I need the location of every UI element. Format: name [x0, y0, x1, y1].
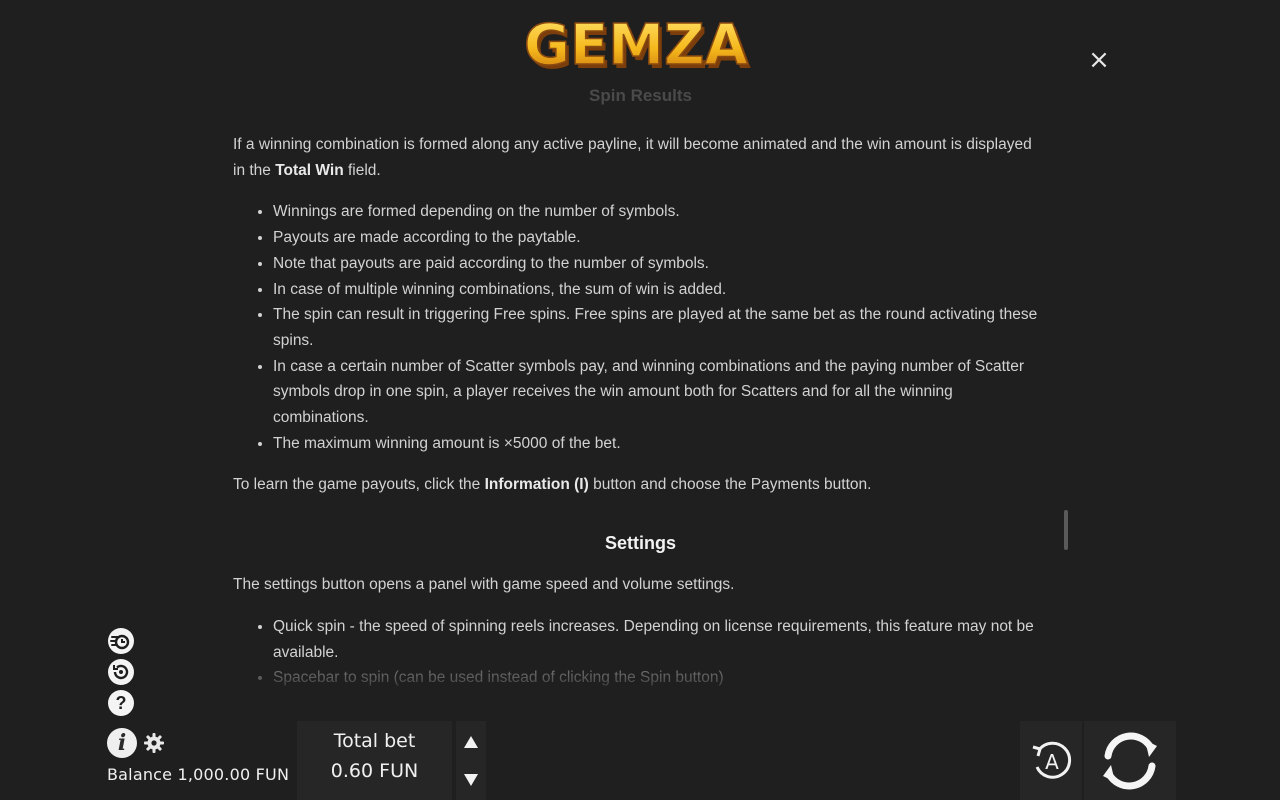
gemza-logo-graphic: GEMZA GEMZA [523, 12, 751, 82]
game-logo: GEMZA GEMZA [516, 8, 756, 82]
autoplay-button[interactable]: A [1020, 721, 1082, 800]
info-icon[interactable]: i [118, 730, 126, 756]
scrollbar-thumb[interactable] [1064, 510, 1068, 550]
history-icon[interactable] [108, 659, 134, 685]
autoplay-icon: A [1032, 741, 1072, 779]
list-item: Spacebar to spin (can be used instead of… [273, 665, 1048, 688]
rules-content[interactable]: Spin Results If a winning combination is… [233, 86, 1048, 688]
information-bold: Information (I) [484, 476, 589, 494]
settings-paragraph: The settings button opens a panel with g… [233, 576, 735, 594]
total-bet-value: 0.60 FUN [330, 760, 419, 782]
total-win-bold: Total Win [275, 161, 344, 179]
winning-combination-paragraph: If a winning combination is formed along… [233, 132, 1048, 183]
turbo-icon[interactable] [108, 628, 134, 654]
help-icon[interactable]: ? [108, 690, 134, 716]
para1-end: field. [343, 161, 381, 179]
close-icon[interactable]: × [1088, 45, 1110, 75]
list-item: Note that payouts are paid according to … [273, 251, 1048, 277]
total-bet-label: Total bet [333, 730, 416, 752]
section-heading-spin-results: Spin Results [589, 86, 692, 105]
winnings-list: Winnings are formed depending on the num… [233, 199, 1048, 456]
help-glyph[interactable]: ? [116, 693, 127, 714]
total-bet-panel: Total bet 0.60 FUN [297, 721, 452, 800]
payouts-paragraph: To learn the game payouts, click the Inf… [233, 472, 1048, 498]
info-button[interactable]: i [107, 728, 137, 758]
arrow-up-icon [464, 736, 478, 748]
para2-end: button and choose the Payments button. [588, 476, 872, 494]
para2-text: To learn the game payouts, click the [233, 476, 485, 494]
bet-decrease-button[interactable] [456, 761, 486, 799]
gear-icon[interactable] [143, 732, 165, 754]
list-item: Payouts are made according to the paytab… [273, 225, 1048, 251]
list-item: The spin can result in triggering Free s… [273, 302, 1048, 353]
autoplay-letter: A [1045, 750, 1059, 774]
spin-button[interactable] [1084, 721, 1176, 800]
list-item: In case a certain number of Scatter symb… [273, 354, 1048, 431]
list-item: The maximum winning amount is ×5000 of t… [273, 431, 1048, 457]
list-item: Quick spin - the speed of spinning reels… [273, 614, 1048, 665]
logo-text: GEMZA [524, 13, 749, 78]
settings-heading: Settings [604, 533, 676, 554]
balance-display: Balance 1,000.00 FUN [107, 765, 290, 784]
settings-list: Quick spin - the speed of spinning reels… [233, 614, 1048, 688]
bet-stepper [456, 721, 486, 800]
bet-increase-button[interactable] [456, 723, 486, 761]
close-button[interactable]: × [1086, 46, 1112, 74]
list-item: In case of multiple winning combinations… [273, 277, 1048, 303]
arrow-down-icon [464, 774, 478, 786]
list-item: Winnings are formed depending on the num… [273, 199, 1048, 225]
spin-icon [1103, 732, 1157, 789]
